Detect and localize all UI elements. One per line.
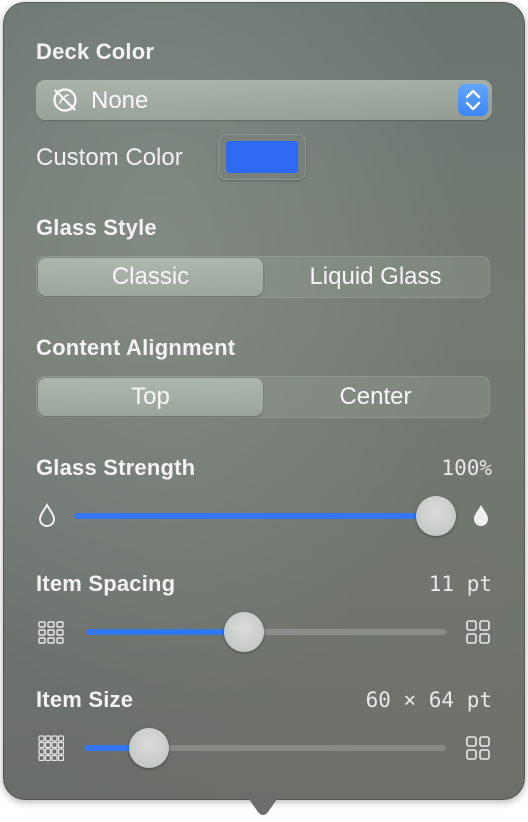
item-size-value: 60 × 64 pt [365,688,492,712]
item-size-label: Item Size [36,687,134,712]
glass-strength-slider[interactable] [74,496,456,536]
deck-color-value: None [91,87,149,114]
drop-outline-icon [38,502,56,527]
grid-small-icon [38,735,64,761]
grid-large-icon [466,736,490,760]
item-spacing-value: 11 pt [428,572,492,596]
chevron-up-down-icon [465,89,481,111]
slider-knob[interactable] [129,728,170,768]
custom-color-label: Custom Color [36,144,183,171]
segment-classic[interactable]: Classic [38,258,263,296]
grid-tight-icon [38,621,64,644]
segment-liquid-glass[interactable]: Liquid Glass [263,258,488,296]
glass-style-label: Glass Style [36,215,157,240]
item-spacing-slider[interactable] [86,612,446,652]
content-alignment-label: Content Alignment [36,335,236,360]
slider-fill [86,629,245,635]
drop-filled-icon [474,505,488,526]
color-swatch [226,141,298,173]
item-spacing-label: Item Spacing [36,571,176,596]
slider-knob[interactable] [416,496,456,536]
no-color-icon [53,88,77,112]
deck-color-select[interactable]: None [36,80,492,120]
segment-center[interactable]: Center [263,378,488,416]
grid-wide-icon [466,620,490,644]
deck-color-label: Deck Color [36,39,155,64]
glass-style-segmented: Classic Liquid Glass [36,256,490,298]
item-size-slider[interactable] [84,728,446,768]
glass-strength-value: 100% [441,456,492,480]
content-alignment-segmented: Top Center [36,376,490,418]
custom-color-well[interactable] [218,134,306,180]
select-stepper[interactable] [458,84,488,116]
glass-strength-label: Glass Strength [36,455,196,480]
slider-fill [74,513,436,519]
popover-arrow [244,792,282,815]
segment-top[interactable]: Top [38,378,263,416]
